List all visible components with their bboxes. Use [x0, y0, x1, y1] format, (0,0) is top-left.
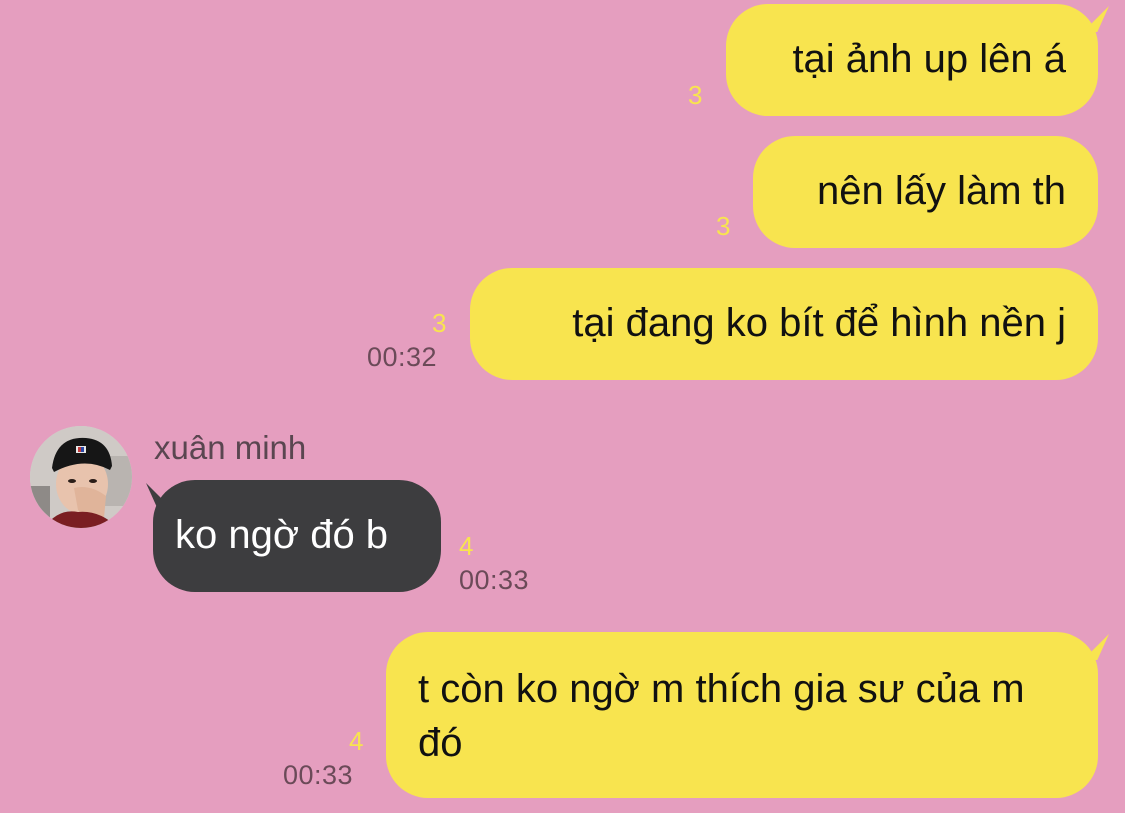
read-count: 4	[349, 726, 364, 756]
message-bubble-outgoing[interactable]: tại đang ko bít để hình nền j	[470, 268, 1098, 380]
read-count: 3	[716, 211, 731, 241]
message-time: 00:33	[283, 760, 354, 790]
avatar-photo-icon	[30, 426, 132, 528]
message-bubble-incoming[interactable]: ko ngờ đó b	[153, 480, 441, 592]
read-count: 4	[459, 531, 474, 561]
read-count: 3	[688, 80, 703, 110]
message-text: tại đang ko bít để hình nền j	[572, 301, 1066, 345]
message-text: nên lấy làm th	[816, 169, 1066, 213]
message-text: ko ngờ đó b	[175, 513, 389, 557]
read-count: 3	[432, 308, 447, 338]
avatar[interactable]	[30, 426, 132, 528]
message-bubble-outgoing[interactable]: nên lấy làm th	[753, 136, 1098, 248]
sender-name: xuân minh	[154, 429, 307, 466]
message-bubble-outgoing[interactable]: t còn ko ngờ m thích gia sư của m đó	[386, 632, 1098, 798]
message-time: 00:32	[367, 342, 438, 372]
message-bubble-outgoing[interactable]: tại ảnh up lên á	[726, 4, 1098, 116]
message-text: tại ảnh up lên á	[792, 37, 1066, 81]
chat-thread: tại ảnh up lên á 3 nên lấy làm th 3 tại …	[0, 0, 1125, 813]
message-text: t còn ko ngờ m thích gia sư của m đó	[418, 667, 1025, 765]
message-time: 00:33	[459, 565, 530, 595]
